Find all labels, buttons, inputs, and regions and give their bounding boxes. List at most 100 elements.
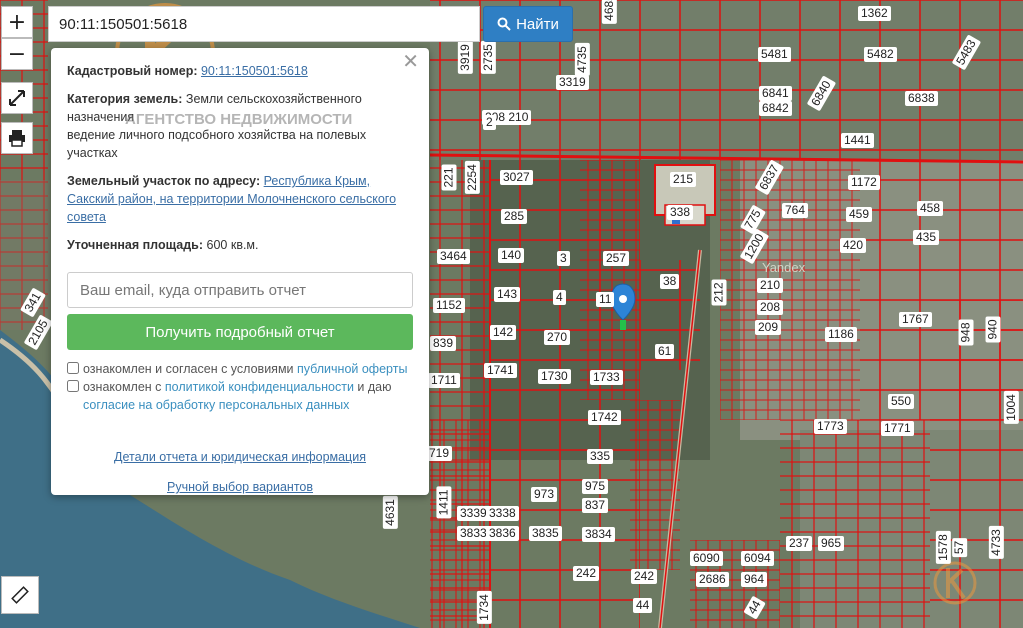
parcel-number-label[interactable]: 1733	[590, 370, 623, 385]
parcel-number-label[interactable]: 3833	[457, 526, 490, 541]
offer-consent-checkbox[interactable]	[67, 362, 79, 374]
parcel-number-label[interactable]: 209	[755, 320, 782, 335]
parcel-number-label[interactable]: 1741	[484, 363, 517, 378]
parcel-number-label[interactable]: 237	[786, 536, 813, 551]
privacy-consent-checkbox[interactable]	[67, 380, 79, 392]
parcel-number-label[interactable]: 719	[426, 446, 453, 461]
parcel-number-label[interactable]: 208	[757, 300, 784, 315]
parcel-number-label[interactable]: 975	[582, 479, 609, 494]
parcel-number-label[interactable]: 1730	[538, 369, 571, 384]
parcel-number-label[interactable]: 4685	[601, 0, 617, 24]
parcel-number-label[interactable]: 1578	[935, 531, 951, 564]
parcel-number-label[interactable]: 948	[958, 319, 974, 346]
parcel-number-label[interactable]: 140	[498, 248, 525, 263]
parcel-number-label[interactable]: 3836	[486, 526, 519, 541]
parcel-number-label[interactable]: 1734	[476, 591, 492, 624]
manual-selection-link[interactable]: Ручной выбор вариантов	[167, 478, 313, 496]
parcel-number-label[interactable]: 1411	[436, 486, 452, 519]
parcel-number-label[interactable]: 458	[917, 201, 944, 216]
parcel-number-label[interactable]: 1152	[433, 298, 465, 313]
close-icon[interactable]: ✕	[402, 51, 419, 71]
parcel-number-label[interactable]: 6841	[759, 86, 792, 101]
parcel-number-label[interactable]: 242	[573, 566, 600, 581]
parcel-number-label[interactable]: 1186	[825, 327, 857, 342]
parcel-number-label[interactable]: 57	[952, 537, 968, 558]
parcel-number-label[interactable]: 550	[888, 394, 915, 409]
parcel-number-label[interactable]: 4735	[574, 43, 590, 76]
parcel-number-label[interactable]: 1362	[858, 6, 891, 21]
parcel-number-label[interactable]: 61	[655, 344, 675, 359]
parcel-number-label[interactable]: 2686	[696, 572, 729, 587]
parcel-number-label[interactable]: 242	[631, 569, 658, 584]
parcel-number-label[interactable]: 1771	[881, 421, 914, 436]
parcel-number-label[interactable]: 1441	[841, 133, 874, 148]
report-details-link[interactable]: Детали отчета и юридическая информация	[114, 448, 366, 466]
parcel-number-label[interactable]: 142	[490, 325, 517, 340]
parcel-number-label[interactable]: 3338	[486, 506, 519, 521]
parcel-number-label[interactable]: 210	[757, 278, 784, 293]
parcel-number-label[interactable]: 11	[596, 292, 615, 307]
parcel-number-label[interactable]: 212	[711, 279, 727, 306]
get-report-button[interactable]: Получить подробный отчет	[67, 314, 413, 350]
public-offer-link[interactable]: публичной оферты	[297, 362, 407, 376]
parcel-number-label[interactable]: 143	[494, 287, 521, 302]
parcel-number-label[interactable]: 215	[670, 172, 697, 187]
privacy-policy-link[interactable]: политикой конфиденциальности	[165, 380, 354, 394]
parcel-number-label[interactable]: 257	[603, 251, 630, 266]
zoom-in-button[interactable]: +	[1, 6, 33, 38]
parcel-number-label[interactable]: 3835	[529, 526, 562, 541]
parcel-number-label[interactable]: 1773	[814, 419, 847, 434]
parcel-number-label[interactable]: 6842	[759, 101, 792, 116]
personal-data-consent-link[interactable]: согласие на обработку персональных данны…	[83, 398, 349, 412]
parcel-number-label[interactable]: 3919	[457, 41, 473, 74]
parcel-number-label[interactable]: 3464	[437, 249, 470, 264]
fullscreen-button[interactable]	[1, 82, 33, 114]
parcel-number-label[interactable]: 5481	[758, 47, 791, 62]
cadastral-number-label: Кадастровый номер:	[67, 64, 198, 78]
parcel-number-label[interactable]: 6094	[741, 551, 774, 566]
parcel-number-label[interactable]: 335	[587, 449, 614, 464]
parcel-number-label[interactable]: 38	[660, 274, 680, 289]
parcel-number-label[interactable]: 459	[846, 207, 873, 222]
parcel-number-label[interactable]: 1711	[428, 373, 460, 388]
parcel-number-label[interactable]: 3027	[500, 170, 533, 185]
parcel-number-label[interactable]: 338	[667, 205, 694, 220]
parcel-number-label[interactable]: 6838	[905, 91, 938, 106]
parcel-number-label[interactable]: 3339	[457, 506, 490, 521]
parcel-number-label[interactable]: 1742	[588, 410, 621, 425]
parcel-number-label[interactable]: 5482	[864, 47, 897, 62]
zoom-out-button[interactable]: −	[1, 38, 33, 70]
parcel-number-label[interactable]: 1767	[899, 312, 932, 327]
parcel-number-label[interactable]: 420	[840, 238, 867, 253]
parcel-number-label[interactable]: 435	[913, 230, 940, 245]
parcel-number-label[interactable]: 6090	[690, 551, 723, 566]
parcel-number-label[interactable]: 270	[544, 330, 571, 345]
parcel-number-label[interactable]: 4	[553, 290, 566, 305]
parcel-number-label[interactable]: 4631	[382, 496, 398, 529]
parcel-number-label[interactable]: 965	[818, 536, 845, 551]
email-field[interactable]	[67, 272, 413, 308]
parcel-number-label[interactable]: 839	[430, 336, 457, 351]
parcel-number-label[interactable]: 1172	[848, 175, 880, 190]
search-button[interactable]: Найти	[483, 6, 573, 42]
parcel-number-label[interactable]: 3834	[582, 527, 615, 542]
cadastral-number-link[interactable]: 90:11:150501:5618	[201, 64, 308, 78]
parcel-number-label[interactable]: 1004	[1003, 391, 1019, 424]
parcel-number-label[interactable]: 837	[582, 498, 609, 513]
parcel-number-label[interactable]: 973	[531, 487, 558, 502]
parcel-number-label[interactable]: 2735	[480, 41, 496, 74]
ruler-button[interactable]	[1, 576, 39, 614]
parcel-number-label[interactable]: 4733	[988, 526, 1004, 559]
parcel-number-label[interactable]: 285	[501, 209, 528, 224]
parcel-number-label[interactable]: 3	[557, 251, 570, 266]
parcel-number-label[interactable]: 2254	[464, 161, 480, 194]
parcel-number-label[interactable]: 764	[782, 203, 809, 218]
parcel-number-label[interactable]: 964	[741, 572, 768, 587]
parcel-number-label[interactable]: 940	[985, 316, 1001, 343]
parcel-number-label[interactable]: 2	[483, 115, 496, 130]
search-input[interactable]	[48, 6, 480, 42]
print-button[interactable]	[1, 122, 33, 154]
parcel-number-label[interactable]: 44	[633, 598, 653, 613]
parcel-number-label[interactable]: 221	[441, 164, 457, 191]
parcel-number-label[interactable]: 3319	[556, 75, 589, 90]
